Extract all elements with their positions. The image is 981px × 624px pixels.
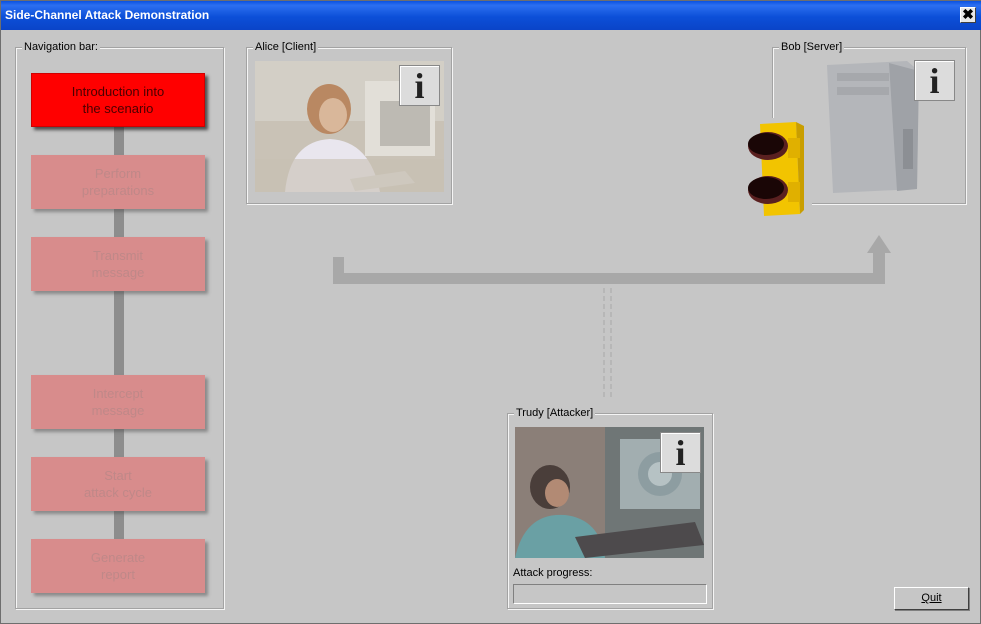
nav-attack-cycle-button[interactable]: Start attack cycle <box>31 457 205 511</box>
close-button[interactable]: ✖ <box>960 7 976 23</box>
attack-progress-label: Attack progress: <box>513 567 593 579</box>
nav-connector <box>114 209 124 237</box>
info-glyph: i <box>929 60 940 101</box>
bob-info-icon[interactable]: i <box>914 60 955 101</box>
nav-preparations-button[interactable]: Perform preparations <box>31 155 205 209</box>
nav-connector <box>114 127 124 155</box>
alice-legend: Alice [Client] <box>253 41 319 53</box>
attack-progress-bar <box>513 584 707 604</box>
nav-transmit-button[interactable]: Transmit message <box>31 237 205 291</box>
nav-connector <box>114 429 124 457</box>
info-glyph: i <box>675 432 686 473</box>
nav-report-button[interactable]: Generate report <box>31 539 205 593</box>
trudy-legend: Trudy [Attacker] <box>514 407 596 419</box>
nav-connector <box>114 511 124 539</box>
app-window: Side-Channel Attack Demonstration ✖ Navi… <box>0 0 981 624</box>
nav-connector <box>114 291 124 375</box>
window-title: Side-Channel Attack Demonstration <box>5 8 210 22</box>
quit-button[interactable]: Quit <box>894 587 969 610</box>
transmission-arrow <box>331 233 891 285</box>
bob-server-photo <box>819 59 923 195</box>
bob-legend: Bob [Server] <box>779 41 845 53</box>
title-bar[interactable]: Side-Channel Attack Demonstration ✖ <box>1 1 981 30</box>
info-glyph: i <box>414 65 425 106</box>
nav-intercept-button[interactable]: Intercept message <box>31 375 205 429</box>
nav-introduction-button[interactable]: Introduction into the scenario <box>31 73 205 127</box>
quit-label: Quit <box>921 592 942 604</box>
navigation-legend: Navigation bar: <box>22 41 100 53</box>
traffic-light-icon <box>738 118 812 224</box>
alice-info-icon[interactable]: i <box>399 65 440 106</box>
trudy-info-icon[interactable]: i <box>660 432 701 473</box>
intercept-line <box>601 288 615 398</box>
